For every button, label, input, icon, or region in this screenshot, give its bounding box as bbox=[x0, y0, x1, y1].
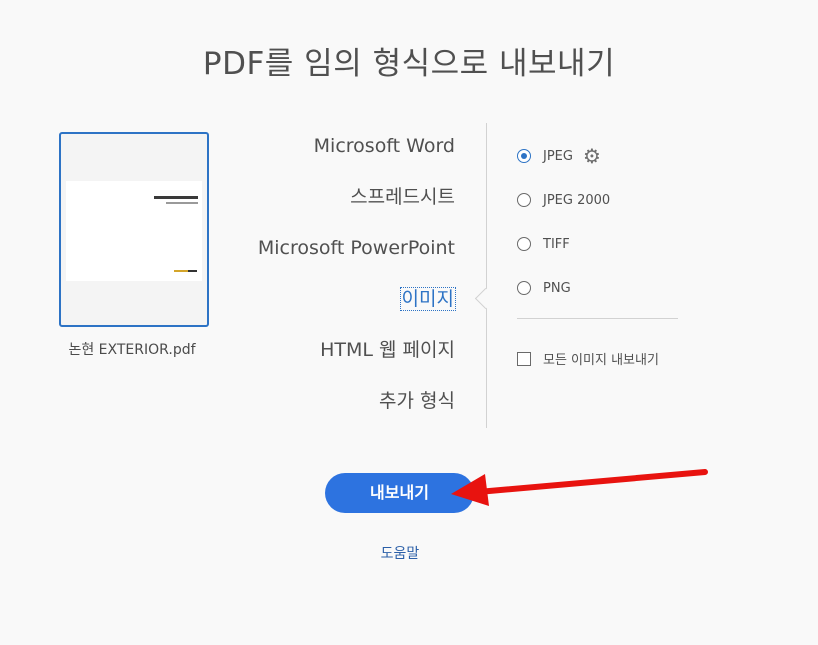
annotation-arrow bbox=[451, 469, 708, 506]
annotation-arrow-head bbox=[451, 474, 489, 506]
annotation-arrow-shaft bbox=[475, 469, 708, 495]
